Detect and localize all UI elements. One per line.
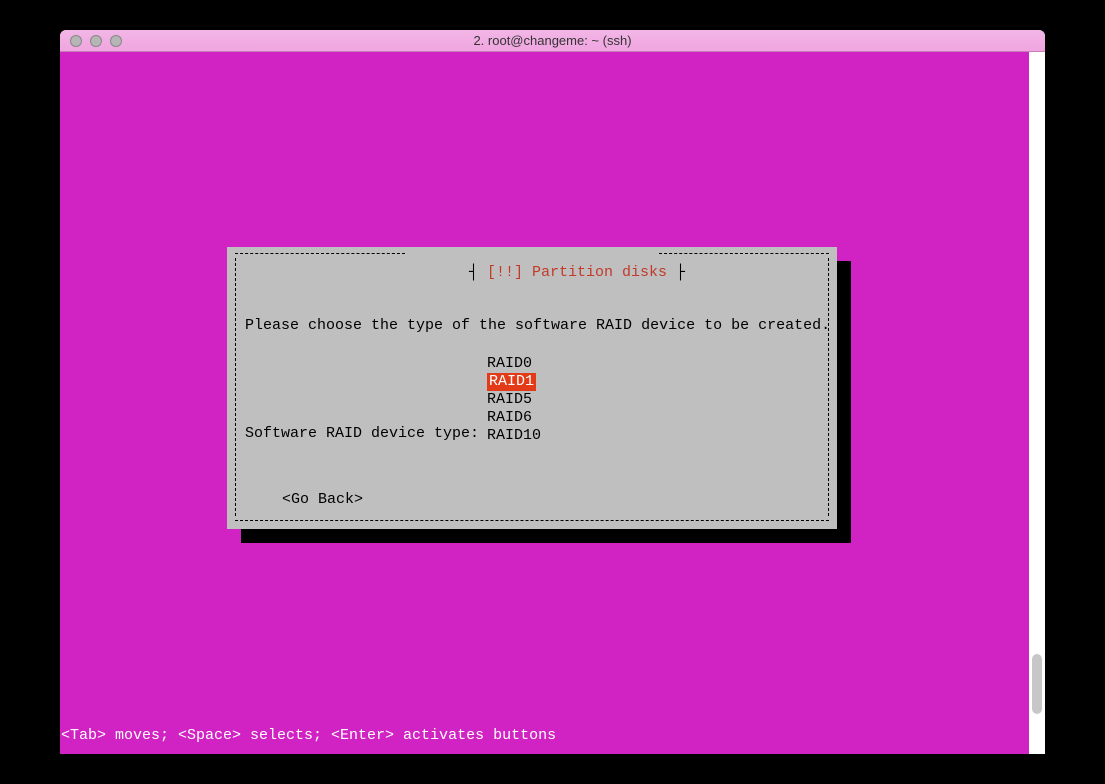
window-title: 2. root@changeme: ~ (ssh) — [60, 33, 1045, 48]
footer-hint: <Tab> moves; <Space> selects; <Enter> ac… — [61, 727, 556, 744]
alert-tag: [!!] — [487, 264, 523, 281]
option-raid1[interactable]: RAID1 — [487, 373, 536, 391]
close-icon[interactable] — [70, 35, 82, 47]
title-bracket-right: ├ — [667, 264, 685, 281]
go-back-button[interactable]: <Go Back> — [282, 491, 363, 509]
option-raid5[interactable]: RAID5 — [487, 391, 532, 408]
title-bracket-left: ┤ — [469, 264, 487, 281]
window-titlebar: 2. root@changeme: ~ (ssh) — [60, 30, 1045, 52]
option-raid6[interactable]: RAID6 — [487, 409, 532, 426]
option-raid10[interactable]: RAID10 — [487, 427, 541, 444]
dialog-title-text: Partition disks — [523, 264, 667, 281]
minimize-icon[interactable] — [90, 35, 102, 47]
terminal-area: ┤ [!!] Partition disks ├ Please choose t… — [60, 52, 1045, 754]
partition-dialog-wrap: ┤ [!!] Partition disks ├ Please choose t… — [227, 247, 837, 529]
traffic-lights — [60, 35, 122, 47]
scroll-thumb[interactable] — [1032, 654, 1042, 714]
option-raid0[interactable]: RAID0 — [487, 355, 532, 372]
raid-options-list: RAID0 RAID1 RAID5 RAID6 RAID10 — [487, 355, 541, 445]
dialog-instruction: Please choose the type of the software R… — [245, 317, 819, 335]
terminal-window: 2. root@changeme: ~ (ssh) ┤ [!!] Partiti… — [60, 30, 1045, 754]
scrollbar[interactable] — [1029, 52, 1045, 754]
partition-dialog: ┤ [!!] Partition disks ├ Please choose t… — [227, 247, 837, 529]
zoom-icon[interactable] — [110, 35, 122, 47]
